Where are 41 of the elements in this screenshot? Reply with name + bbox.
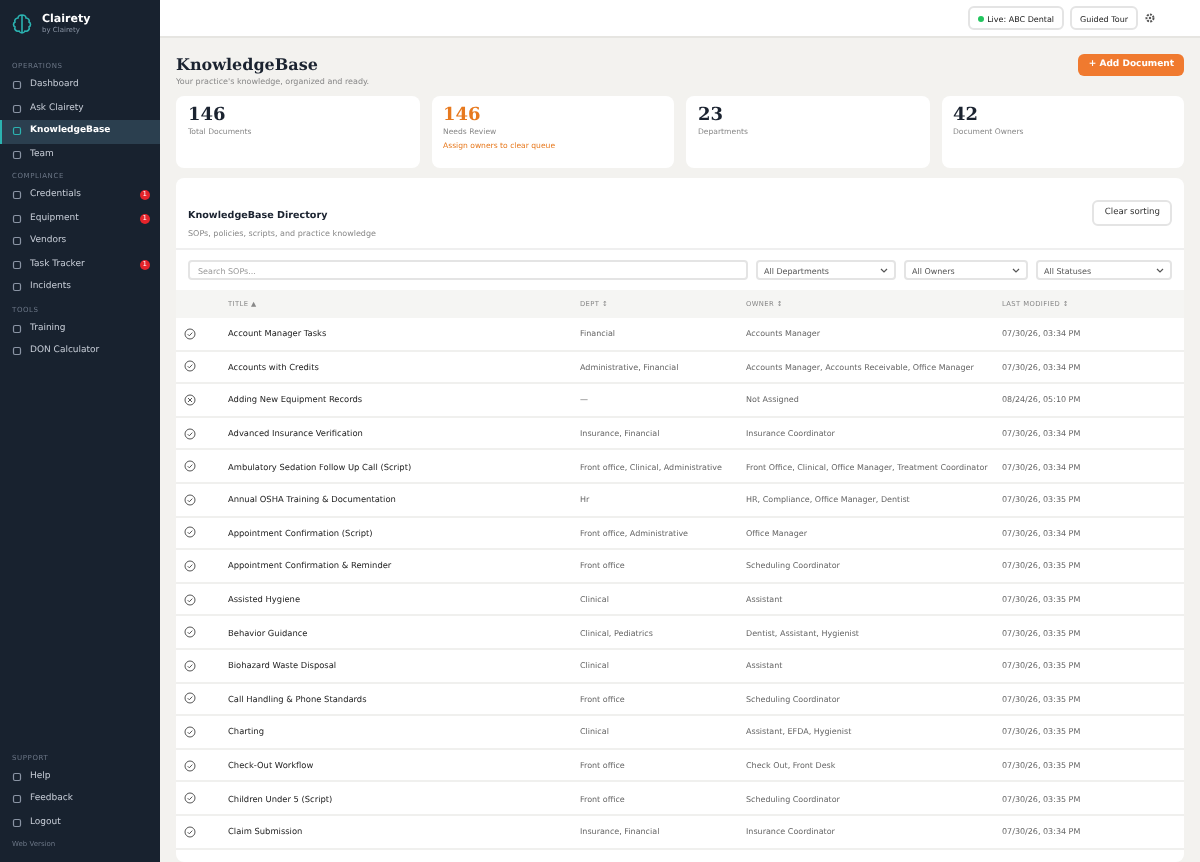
check-circle-icon xyxy=(184,526,196,539)
nav-icon xyxy=(12,323,22,334)
check-circle-icon xyxy=(184,825,196,838)
nav-icon xyxy=(12,80,22,91)
check-circle-icon xyxy=(184,692,196,705)
stat-value: 146 xyxy=(188,106,228,126)
check-circle-icon xyxy=(184,659,196,672)
check-circle-icon xyxy=(184,559,196,572)
nav-icon xyxy=(12,213,22,224)
check-circle-icon xyxy=(184,759,196,772)
settings-icon[interactable] xyxy=(1144,12,1156,24)
status-dot xyxy=(977,15,984,21)
check-circle-icon xyxy=(184,327,196,340)
stat-value: 146 xyxy=(443,106,483,126)
nav-icon xyxy=(12,236,22,247)
nav-icon xyxy=(12,103,22,114)
stat-value: 23 xyxy=(698,106,726,126)
check-circle-icon xyxy=(184,493,196,506)
nav-icon xyxy=(12,126,22,137)
nav-icon xyxy=(12,346,22,357)
caret-icon xyxy=(1012,267,1020,273)
nav-icon xyxy=(12,794,22,805)
brain-logo-icon xyxy=(10,12,34,36)
check-circle-icon xyxy=(184,427,196,440)
nav-icon xyxy=(12,771,22,782)
page-title: KnowledgeBase xyxy=(176,54,320,74)
caret-icon xyxy=(880,267,888,273)
caret-icon xyxy=(1156,267,1164,273)
check-circle-icon xyxy=(184,725,196,738)
nav-icon xyxy=(12,259,22,270)
nav-icon xyxy=(12,817,22,828)
check-circle-icon xyxy=(184,792,196,805)
stat-value: 42 xyxy=(953,106,981,126)
check-circle-icon xyxy=(184,593,196,606)
nav-icon xyxy=(12,282,22,293)
nav-icon xyxy=(12,149,22,160)
check-circle-icon xyxy=(184,626,196,639)
check-circle-icon xyxy=(184,460,196,473)
x-circle-icon xyxy=(184,393,196,406)
nav-icon xyxy=(12,190,22,201)
check-circle-icon xyxy=(184,360,196,373)
